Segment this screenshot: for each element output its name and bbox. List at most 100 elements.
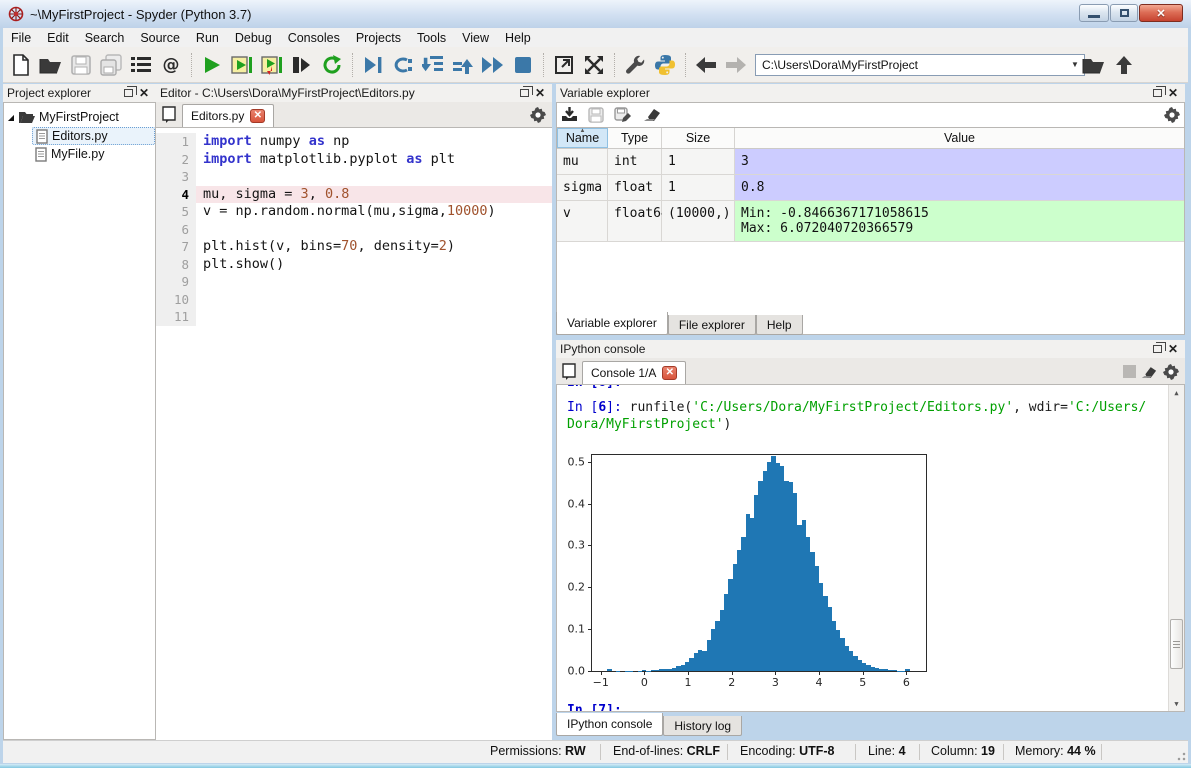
close-button[interactable]: ✕ [1139, 4, 1183, 22]
run-selection-button[interactable] [287, 50, 317, 80]
run-cell-advance-button[interactable] [257, 50, 287, 80]
parent-directory-button[interactable] [1109, 50, 1139, 80]
code-line-2[interactable]: 2 import matplotlib.pyplot as plt [156, 150, 552, 168]
tree-expand-icon[interactable]: ◢ [4, 113, 18, 122]
browse-directory-button[interactable] [1079, 50, 1109, 80]
resize-grip[interactable] [1174, 749, 1186, 761]
tab-file-explorer[interactable]: File explorer [667, 315, 756, 335]
undock-button[interactable] [1149, 86, 1166, 100]
step-return-button[interactable] [448, 50, 478, 80]
close-pane-button[interactable]: ✕ [136, 86, 152, 100]
menu-tools[interactable]: Tools [409, 30, 454, 46]
preferences-button[interactable] [620, 50, 650, 80]
working-directory-combo[interactable]: ▼ [755, 53, 1085, 76]
step-button[interactable] [388, 50, 418, 80]
stop-debug-button[interactable] [508, 50, 538, 80]
save-all-button[interactable] [96, 50, 126, 80]
clear-console-button[interactable] [1140, 366, 1157, 379]
remove-variables-button[interactable] [642, 108, 661, 122]
step-into-button[interactable] [418, 50, 448, 80]
undock-button[interactable] [516, 86, 533, 100]
column-header-type[interactable]: Type [608, 128, 662, 148]
find-symbols-button[interactable]: @ [156, 50, 186, 80]
code-line-8[interactable]: 8 plt.show() [156, 255, 552, 273]
code-line-10[interactable]: 10 [156, 290, 552, 308]
save-data-as-button[interactable] [614, 106, 632, 124]
minimize-button[interactable] [1079, 4, 1109, 22]
close-tab-button[interactable]: ✕ [250, 109, 266, 123]
run-file-button[interactable] [197, 50, 227, 80]
code-line-4[interactable]: 4 mu, sigma = 3, 0.8 [156, 185, 552, 203]
maximize-pane-button[interactable] [549, 50, 579, 80]
scrollbar-thumb[interactable] [1170, 619, 1183, 669]
menu-debug[interactable]: Debug [227, 30, 280, 46]
interrupt-kernel-button[interactable] [1123, 365, 1136, 378]
code-line-1[interactable]: 1 import numpy as np [156, 133, 552, 151]
eraser-icon [644, 109, 660, 121]
scroll-up-icon[interactable]: ▲ [1169, 385, 1184, 400]
variable-row-sigma[interactable]: sigma float 1 0.8 [557, 175, 1184, 201]
run-cell-button[interactable] [227, 50, 257, 80]
new-file-button[interactable] [6, 50, 36, 80]
console-options-button[interactable] [1163, 364, 1179, 380]
debug-file-button[interactable] [358, 50, 388, 80]
tab-history-log[interactable]: History log [663, 716, 743, 736]
code-line-11[interactable]: 11 [156, 308, 552, 326]
editor-options-button[interactable] [530, 107, 546, 123]
browse-tabs-button[interactable] [556, 360, 582, 384]
working-directory-input[interactable] [755, 53, 1085, 76]
code-line-5[interactable]: 5 v = np.random.normal(mu,sigma,10000) [156, 203, 552, 221]
undock-button[interactable] [120, 86, 137, 100]
menu-edit[interactable]: Edit [39, 30, 77, 46]
python-path-button[interactable] [650, 50, 680, 80]
save-data-button[interactable] [588, 107, 604, 123]
forward-button[interactable] [721, 50, 751, 80]
column-header-name[interactable]: ▲ Name [557, 128, 608, 148]
import-data-button[interactable] [561, 107, 578, 123]
close-pane-button[interactable]: ✕ [1165, 86, 1181, 100]
close-pane-button[interactable]: ✕ [1165, 342, 1181, 356]
menu-view[interactable]: View [454, 30, 497, 46]
console-tab-1a[interactable]: Console 1/A ✕ [582, 361, 687, 384]
column-header-value[interactable]: Value [735, 128, 1184, 148]
folder-open-icon [19, 111, 35, 123]
code-line-6[interactable]: 6 [156, 220, 552, 238]
code-editor[interactable]: 1 import numpy as np 2 import matplotlib.py… [156, 128, 552, 740]
menu-source[interactable]: Source [132, 30, 188, 46]
rerun-button[interactable] [317, 50, 347, 80]
editor-tab-editors-py[interactable]: Editors.py ✕ [182, 104, 275, 127]
close-console-button[interactable]: ✕ [662, 366, 678, 380]
scroll-down-icon[interactable]: ▼ [1169, 696, 1184, 711]
save-button[interactable] [66, 50, 96, 80]
variable-row-v[interactable]: v float64 (10000,) Min: -0.8466367171058615… [557, 201, 1184, 242]
code-line-3[interactable]: 3 [156, 168, 552, 186]
menu-search[interactable]: Search [77, 30, 133, 46]
undock-button[interactable] [1149, 342, 1166, 356]
tab-ipython-console[interactable]: IPython console [556, 713, 664, 736]
variable-explorer-options-button[interactable] [1164, 107, 1180, 123]
menu-consoles[interactable]: Consoles [280, 30, 348, 46]
browse-tabs-button[interactable] [156, 103, 182, 127]
tree-item-editors-py[interactable]: Editors.py [32, 127, 155, 145]
tree-root-project[interactable]: ◢ MyFirstProject [4, 107, 155, 127]
tree-item-myfile-py[interactable]: MyFile.py [32, 145, 155, 163]
fullscreen-button[interactable] [579, 50, 609, 80]
menu-run[interactable]: Run [188, 30, 227, 46]
open-file-button[interactable] [36, 50, 66, 80]
console-output[interactable]: In [6]: In [6]: runfile('C:/Users/Dora/M… [556, 385, 1185, 712]
close-pane-button[interactable]: ✕ [532, 86, 548, 100]
file-switcher-button[interactable] [126, 50, 156, 80]
tab-variable-explorer[interactable]: Variable explorer [556, 312, 668, 335]
menu-help[interactable]: Help [497, 30, 539, 46]
code-line-7[interactable]: 7 plt.hist(v, bins=70, density=2) [156, 238, 552, 256]
tab-help[interactable]: Help [755, 315, 803, 335]
menu-projects[interactable]: Projects [348, 30, 409, 46]
column-header-size[interactable]: Size [662, 128, 735, 148]
back-button[interactable] [691, 50, 721, 80]
code-line-9[interactable]: 9 [156, 273, 552, 291]
variable-row-mu[interactable]: mu int 1 3 [557, 149, 1184, 175]
menu-file[interactable]: File [3, 30, 39, 46]
maximize-button[interactable] [1110, 4, 1138, 22]
console-scrollbar[interactable]: ▲ ▼ [1168, 385, 1184, 711]
continue-button[interactable] [478, 50, 508, 80]
